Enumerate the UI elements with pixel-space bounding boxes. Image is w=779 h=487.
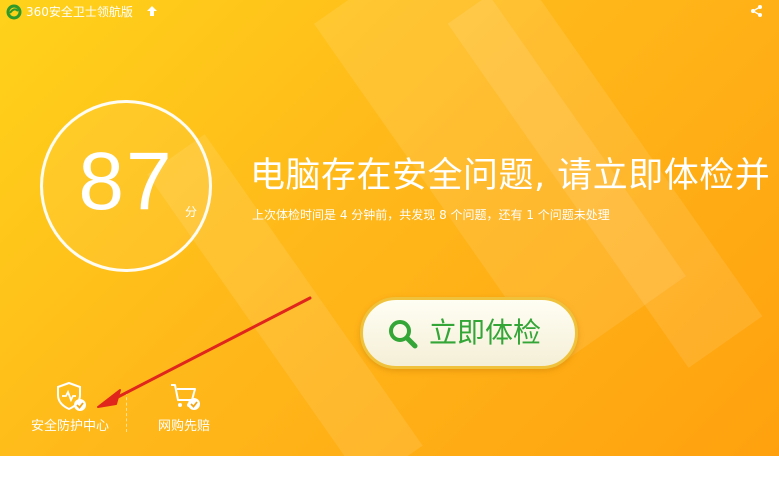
check-now-button[interactable]: 立即体检 (360, 297, 578, 369)
shortcut-shopping-guarantee[interactable]: 网购先赔 (134, 378, 234, 438)
shield-check-icon (57, 381, 86, 411)
status-detail: 上次体检时间是 4 分钟前，共发现 8 个问题，还有 1 个问题未处理 (252, 208, 610, 222)
shortcut-security-center[interactable]: 安全防护中心 (20, 378, 120, 438)
360-logo-icon (6, 4, 22, 20)
security-score-unit: 分 (185, 205, 198, 219)
shortcut-divider (126, 392, 128, 432)
status-headline: 电脑存在安全问题, 请立即体检并 (250, 156, 771, 196)
search-icon (389, 320, 418, 349)
upgrade-arrow-icon[interactable] (146, 5, 158, 17)
check-now-label: 立即体检 (429, 316, 542, 349)
cart-check-icon (171, 384, 200, 410)
main-window: 360安全卫士领航版 87 分 电脑存在安全问题, 请立即体检并 上次体检时间是… (0, 0, 779, 456)
share-icon[interactable] (750, 4, 764, 18)
title-bar: 360安全卫士领航版 (0, 0, 779, 24)
shortcut-label: 网购先赔 (157, 419, 210, 434)
app-title: 360安全卫士领航版 (26, 5, 133, 19)
shortcut-label: 安全防护中心 (30, 419, 109, 434)
security-score-ring: 87 分 (40, 100, 212, 272)
